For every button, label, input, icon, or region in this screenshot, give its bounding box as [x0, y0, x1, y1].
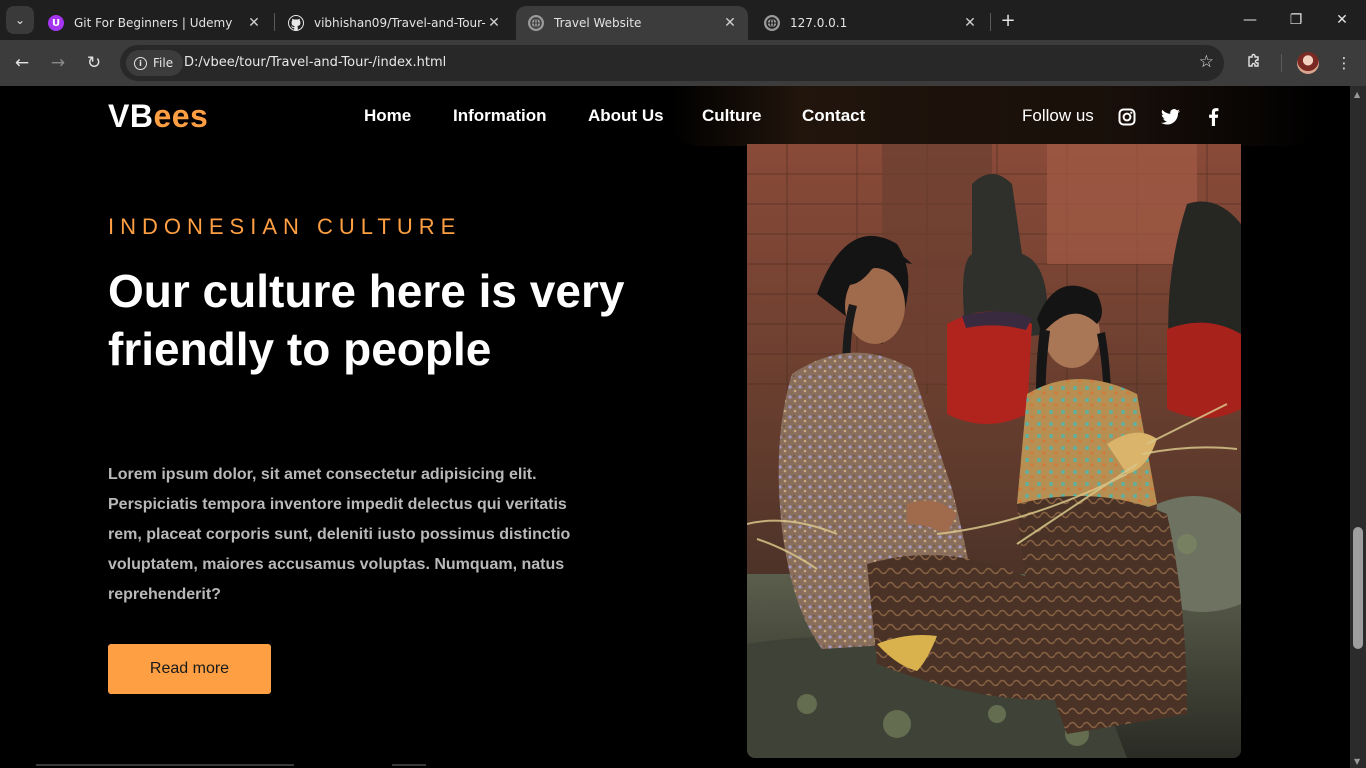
- arrow-right-icon: →: [50, 53, 66, 73]
- globe-icon: [528, 15, 544, 31]
- github-icon: [288, 15, 304, 31]
- profile-avatar[interactable]: [1297, 52, 1319, 74]
- site-logo[interactable]: VBees: [108, 98, 208, 135]
- instagram-icon[interactable]: [1117, 107, 1137, 127]
- globe-icon: [764, 15, 780, 31]
- nav-link-information[interactable]: Information: [453, 106, 547, 126]
- back-button[interactable]: ←: [8, 49, 36, 77]
- extensions-button[interactable]: [1242, 51, 1266, 75]
- reload-button[interactable]: ↻: [80, 49, 108, 77]
- info-icon: i: [134, 56, 147, 70]
- chevron-down-icon: ⌄: [14, 13, 26, 27]
- culture-photo-illustration: [747, 144, 1241, 758]
- plus-icon: +: [1000, 9, 1016, 31]
- scroll-up-icon[interactable]: ▲: [1354, 90, 1360, 99]
- close-icon[interactable]: ✕: [486, 15, 502, 31]
- bookmark-star-icon[interactable]: ☆: [1199, 52, 1214, 72]
- follow-us-label: Follow us: [1022, 106, 1094, 125]
- nav-link-about-us[interactable]: About Us: [588, 106, 664, 126]
- page-viewport: VBees Home Information About Us Culture …: [0, 86, 1350, 768]
- forward-button[interactable]: →: [44, 49, 72, 77]
- close-icon[interactable]: ✕: [722, 15, 738, 31]
- toolbar-divider: [1281, 54, 1282, 72]
- udemy-icon: U: [48, 15, 64, 31]
- logo-prefix: VB: [108, 98, 154, 134]
- read-more-button[interactable]: Read more: [108, 644, 271, 694]
- url-text[interactable]: D:/vbee/tour/Travel-and-Tour-/index.html: [184, 55, 446, 70]
- close-window-button[interactable]: ✕: [1330, 8, 1354, 32]
- browser-tab-udemy[interactable]: U Git For Beginners | Udemy ✕: [36, 6, 272, 40]
- close-icon: ✕: [1336, 12, 1348, 28]
- minimize-button[interactable]: —: [1238, 8, 1262, 32]
- hero-headline: Our culture here is very friendly to peo…: [108, 265, 625, 375]
- browser-tab-localhost[interactable]: 127.0.0.1 ✕: [752, 6, 988, 40]
- browser-toolbar: ← → ↻ i File D:/vbee/tour/Travel-and-Tou…: [0, 40, 1366, 86]
- facebook-icon[interactable]: [1203, 107, 1223, 127]
- more-vertical-icon: ⋮: [1336, 54, 1352, 72]
- tab-title: 127.0.0.1: [790, 16, 848, 30]
- tab-divider: [990, 13, 991, 31]
- puzzle-icon: [1246, 53, 1262, 73]
- site-header: VBees Home Information About Us Culture …: [0, 86, 1350, 146]
- scrollbar-thumb[interactable]: [1353, 527, 1363, 649]
- culture-photo: [747, 144, 1241, 758]
- nav-link-culture[interactable]: Culture: [702, 106, 762, 126]
- close-icon[interactable]: ✕: [246, 15, 262, 31]
- arrow-left-icon: ←: [14, 53, 30, 73]
- bottom-divider: [36, 764, 294, 766]
- close-icon[interactable]: ✕: [962, 15, 978, 31]
- browser-tab-bar: ⌄ U Git For Beginners | Udemy ✕ vibhisha…: [0, 0, 1366, 40]
- hero-description: Lorem ipsum dolor, sit amet consectetur …: [108, 466, 571, 603]
- tab-title: Travel Website: [554, 16, 642, 30]
- twitter-icon[interactable]: [1160, 107, 1180, 127]
- browser-tab-travel-website[interactable]: Travel Website ✕: [516, 6, 748, 40]
- tab-search-button[interactable]: ⌄: [6, 6, 34, 34]
- address-bar[interactable]: i File D:/vbee/tour/Travel-and-Tour-/ind…: [120, 45, 1224, 81]
- nav-link-contact[interactable]: Contact: [802, 106, 865, 126]
- logo-accent: ees: [153, 98, 209, 134]
- restore-button[interactable]: ❐: [1284, 8, 1308, 32]
- bottom-divider: [392, 764, 426, 766]
- tab-title: vibhishan09/Travel-and-Tour-: [314, 16, 486, 30]
- page-scrollbar[interactable]: ▲ ▼: [1350, 86, 1366, 768]
- site-chip-label: File: [153, 56, 174, 70]
- browser-menu-button[interactable]: ⋮: [1332, 51, 1356, 75]
- tab-divider: [274, 13, 275, 31]
- new-tab-button[interactable]: +: [996, 8, 1020, 32]
- reload-icon: ↻: [86, 53, 102, 73]
- scroll-down-icon[interactable]: ▼: [1354, 757, 1360, 766]
- browser-tab-github[interactable]: vibhishan09/Travel-and-Tour- ✕: [276, 6, 512, 40]
- site-info-chip[interactable]: i File: [126, 50, 184, 76]
- nav-link-home[interactable]: Home: [364, 106, 411, 126]
- restore-icon: ❐: [1289, 12, 1303, 28]
- tab-title: Git For Beginners | Udemy: [74, 16, 233, 30]
- section-eyebrow: INDONESIAN CULTURE: [108, 214, 462, 239]
- minimize-icon: —: [1243, 12, 1257, 28]
